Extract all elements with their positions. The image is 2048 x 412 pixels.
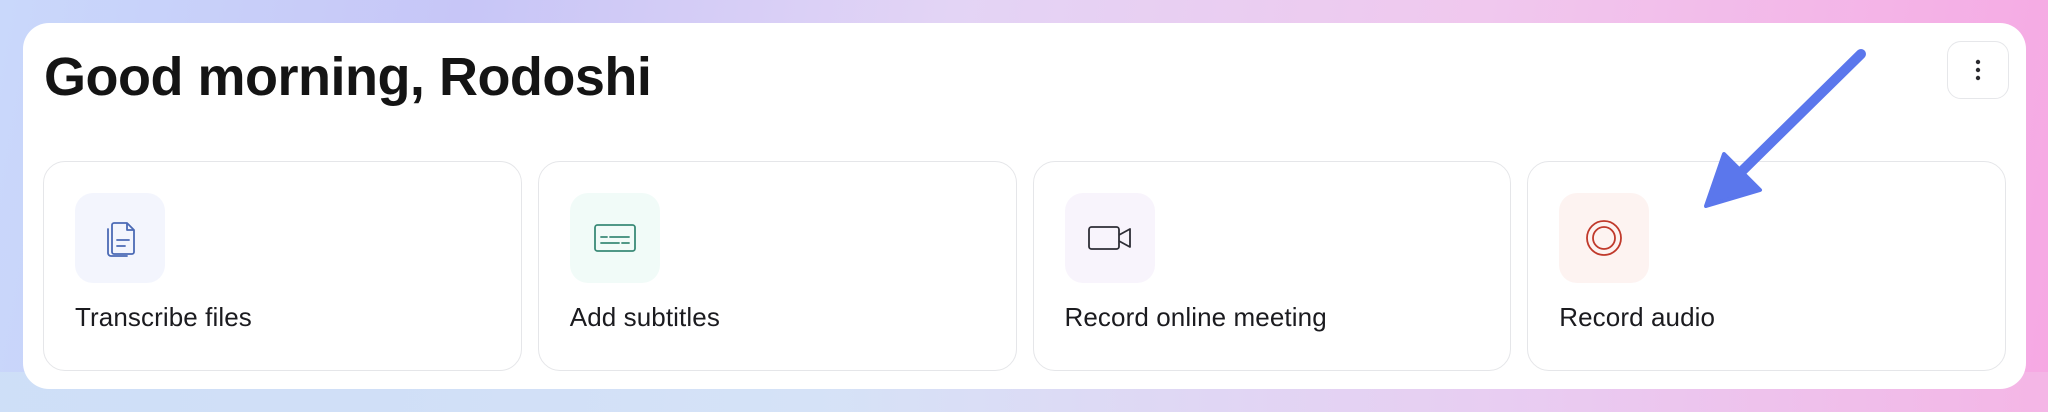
subtitles-icon <box>593 224 636 252</box>
transcribe-files-label: Transcribe files <box>75 302 252 332</box>
add-subtitles-card[interactable]: Add subtitles <box>537 161 1017 371</box>
transcribe-files-icon-tile <box>75 193 165 283</box>
add-subtitles-icon-tile <box>569 193 660 283</box>
add-subtitles-label: Add subtitles <box>569 302 720 332</box>
record-audio-icon-tile <box>1559 193 1650 283</box>
record-online-meeting-icon-tile <box>1064 193 1155 283</box>
video-camera-icon <box>1087 226 1131 250</box>
transcribe-files-card[interactable]: Transcribe files <box>43 161 522 371</box>
more-options-button[interactable] <box>1947 41 2009 99</box>
more-vertical-icon <box>1975 59 1981 81</box>
record-online-meeting-label: Record online meeting <box>1064 302 1327 332</box>
record-audio-card[interactable]: Record audio <box>1527 161 2006 371</box>
record-audio-label: Record audio <box>1559 302 1716 332</box>
record-icon <box>1586 220 1623 256</box>
record-online-meeting-card[interactable]: Record online meeting <box>1032 161 1512 371</box>
document-copy-icon <box>107 222 135 257</box>
home-panel: Good morning, Rodoshi Transcribe files A… <box>23 23 2026 389</box>
action-cards: Transcribe files Add subtitles Record on… <box>43 161 2006 371</box>
greeting-heading: Good morning, Rodoshi <box>44 47 652 107</box>
